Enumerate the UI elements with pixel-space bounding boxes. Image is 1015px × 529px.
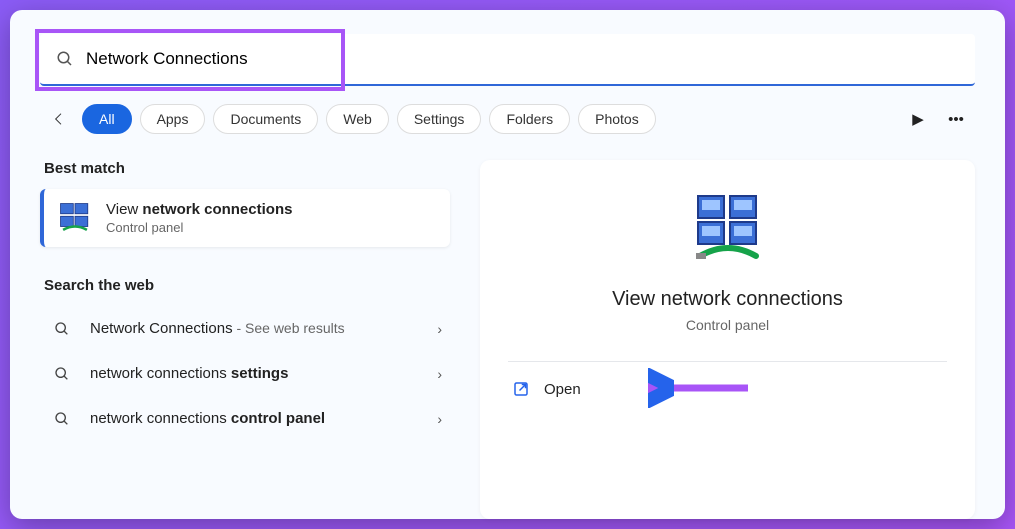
web-result-3[interactable]: network connections control panel › [40,396,450,441]
search-panel: All Apps Documents Web Settings Folders … [10,10,1005,519]
search-icon [48,321,76,337]
annotation-arrow [648,368,758,411]
detail-subtitle: Control panel [686,317,769,333]
chevron-right-icon: › [437,411,442,427]
filter-photos[interactable]: Photos [578,104,656,134]
search-web-header: Search the web [40,277,450,294]
filter-settings[interactable]: Settings [397,104,482,134]
search-icon [48,411,76,427]
chevron-right-icon: › [437,366,442,382]
detail-pane: View network connections Control panel O… [480,160,975,519]
best-match-result[interactable]: View network connections Control panel [40,189,450,247]
back-button[interactable] [44,111,74,127]
search-icon [56,50,74,68]
detail-title: View network connections [612,288,843,311]
web-result-2[interactable]: network connections settings › [40,351,450,396]
filter-folders[interactable]: Folders [489,104,570,134]
best-match-title: View network connections [106,201,292,218]
results-column: Best match View network connections Cont… [40,160,450,519]
search-icon [48,366,76,382]
filter-web[interactable]: Web [326,104,389,134]
best-match-header: Best match [40,160,450,177]
network-connections-icon [58,201,92,235]
open-external-icon [512,380,530,398]
search-bar[interactable] [40,34,975,86]
filter-documents[interactable]: Documents [213,104,318,134]
filter-apps[interactable]: Apps [140,104,206,134]
chevron-right-icon: › [437,321,442,337]
play-icon[interactable]: ▶ [903,110,933,128]
filter-all[interactable]: All [82,104,132,134]
open-label: Open [544,381,581,398]
web-result-1[interactable]: Network Connections - See web results › [40,306,450,351]
filters-row: All Apps Documents Web Settings Folders … [40,104,975,134]
more-options-icon[interactable]: ••• [941,111,971,128]
best-match-subtitle: Control panel [106,220,292,235]
search-input[interactable] [86,49,959,69]
open-action[interactable]: Open [508,362,947,416]
network-connections-icon [688,190,768,270]
